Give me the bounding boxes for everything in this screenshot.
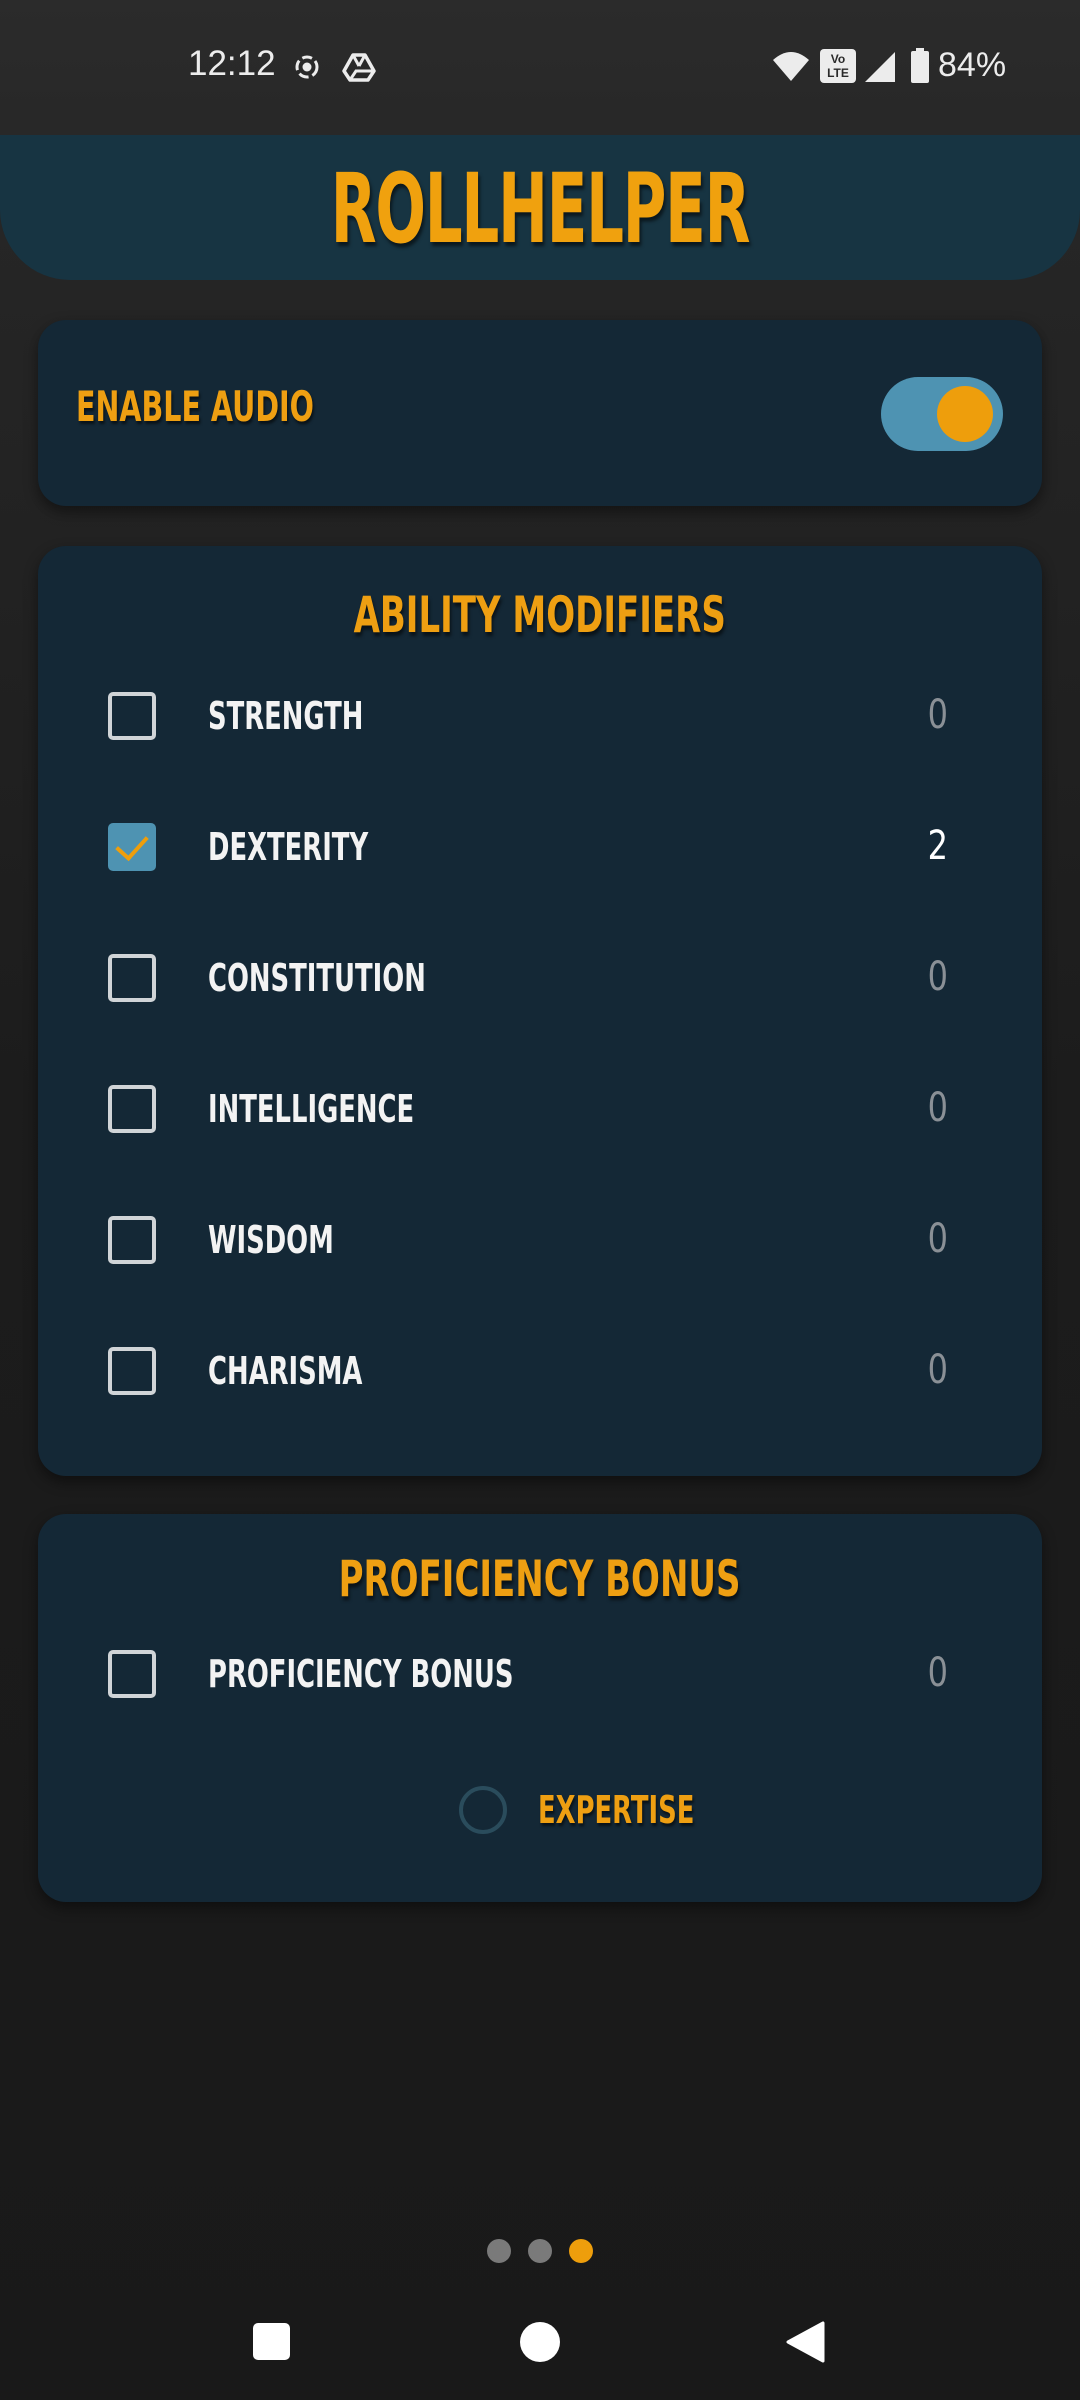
toggle-knob [937,386,993,442]
wifi-icon [773,52,809,81]
signal-icon [865,52,895,82]
enable-audio-label: ENABLE AUDIO [76,382,426,431]
proficiency-row: PROFICIENCY BONUS 0 [38,1644,1042,1704]
recents-square-icon[interactable] [253,2323,290,2360]
ability-label: WISDOM [208,1218,334,1262]
app-title: ROLLHELPER [330,153,751,265]
expertise-radio[interactable] [459,1786,507,1834]
home-circle-icon[interactable] [520,2322,560,2362]
back-triangle-icon[interactable] [785,2321,825,2363]
ability-value: 2 [927,823,948,869]
drive-icon [342,53,376,82]
ability-value: 0 [927,1085,948,1131]
ability-row-strength: STRENGTH 0 [38,686,1042,746]
proficiency-bonus-label: PROFICIENCY BONUS [208,1652,514,1696]
ability-row-dexterity: DEXTERITY 2 [38,817,1042,877]
proficiency-card: PROFICIENCY BONUS PROFICIENCY BONUS 0 EX… [38,1514,1042,1902]
app-header: ROLLHELPER [0,135,1080,280]
ability-row-wisdom: WISDOM 0 [38,1210,1042,1270]
ability-label: DEXTERITY [208,825,369,869]
ability-modifiers-title: ABILITY MODIFIERS [38,586,1042,644]
wisdom-checkbox[interactable] [108,1216,156,1264]
intelligence-checkbox[interactable] [108,1085,156,1133]
volte-icon: Vo LTE [820,49,856,83]
ability-modifiers-card: ABILITY MODIFIERS STRENGTH 0 DEXTERITY 2… [38,546,1042,1476]
page-dot-active[interactable] [569,2239,593,2263]
proficiency-bonus-value: 0 [927,1650,948,1696]
constitution-checkbox[interactable] [108,954,156,1002]
ability-label: STRENGTH [208,694,364,738]
ability-row-constitution: CONSTITUTION 0 [38,948,1042,1008]
page-dot[interactable] [528,2239,552,2263]
expertise-label: EXPERTISE [538,1788,695,1832]
status-bar: 12:12 Vo LTE 84% [0,0,1080,135]
ability-row-intelligence: INTELLIGENCE 0 [38,1079,1042,1139]
ability-label: CHARISMA [208,1349,363,1393]
ability-row-charisma: CHARISMA 0 [38,1341,1042,1401]
ability-value: 0 [927,692,948,738]
proficiency-title-text: PROFICIENCY BONUS [339,1550,741,1608]
proficiency-bonus-checkbox[interactable] [108,1650,156,1698]
charisma-checkbox[interactable] [108,1347,156,1395]
enable-audio-text: ENABLE AUDIO [76,382,314,431]
status-time: 12:12 [188,44,276,83]
volte-text: Vo LTE [827,52,849,80]
ability-value: 0 [927,1347,948,1393]
ability-label: CONSTITUTION [208,956,426,1000]
audio-card: ENABLE AUDIO [38,320,1042,506]
page-dot[interactable] [487,2239,511,2263]
ability-value: 0 [927,1216,948,1262]
screen-record-icon [295,55,319,79]
ability-modifiers-title-text: ABILITY MODIFIERS [353,586,727,644]
dexterity-checkbox[interactable] [108,823,156,871]
strength-checkbox[interactable] [108,692,156,740]
battery-percent: 84% [938,46,1007,84]
app-screen: 12:12 Vo LTE 84% ROLLHELPER ENABLE AUDIO… [0,0,1080,2400]
proficiency-title: PROFICIENCY BONUS [38,1550,1042,1608]
enable-audio-toggle[interactable] [881,377,1003,451]
ability-label: INTELLIGENCE [208,1087,415,1131]
ability-value: 0 [927,954,948,1000]
battery-icon [911,48,929,83]
